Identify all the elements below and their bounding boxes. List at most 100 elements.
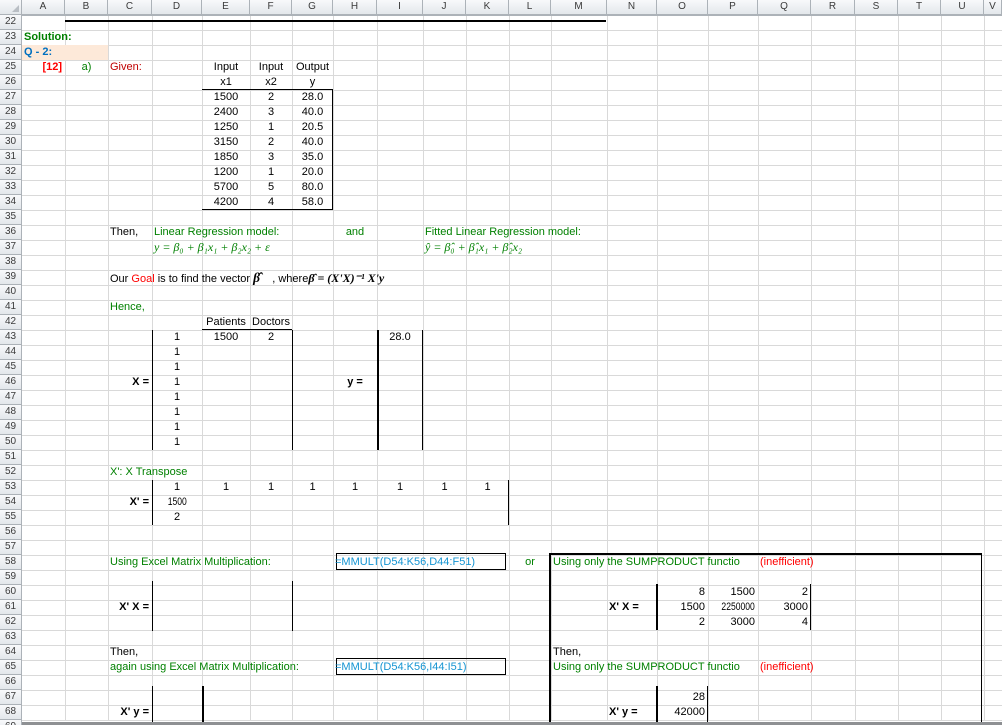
row-header-61[interactable]: 61: [0, 600, 22, 615]
cell-F28[interactable]: 3: [250, 105, 292, 120]
cell-N61[interactable]: X' X =: [607, 600, 639, 615]
column-header-G[interactable]: G: [292, 0, 333, 15]
cell-F32[interactable]: 1: [250, 165, 292, 180]
row-header-34[interactable]: 34: [0, 195, 22, 210]
column-header-B[interactable]: B: [65, 0, 108, 15]
cell-A23[interactable]: Solution:: [22, 30, 72, 45]
cell-E26[interactable]: x1: [202, 75, 250, 90]
cell-F26[interactable]: x2: [250, 75, 292, 90]
cell-Q65[interactable]: (inefficient): [758, 660, 814, 675]
cell-G33[interactable]: 80.0: [292, 180, 333, 195]
cell-G27[interactable]: 28.0: [292, 90, 333, 105]
row-header-43[interactable]: 43: [0, 330, 22, 345]
row-header-33[interactable]: 33: [0, 180, 22, 195]
cell-F43[interactable]: 2: [250, 330, 292, 345]
row-header-44[interactable]: 44: [0, 345, 22, 360]
row-header-39[interactable]: 39: [0, 270, 22, 285]
cell-O68[interactable]: 42000: [657, 705, 708, 720]
row-header-67[interactable]: 67: [0, 690, 22, 705]
cell-G30[interactable]: 40.0: [292, 135, 333, 150]
cell-C58[interactable]: Using Excel Matrix Multiplication:: [108, 555, 271, 570]
cell-C64[interactable]: Then,: [108, 645, 138, 660]
row-header-28[interactable]: 28: [0, 105, 22, 120]
row-header-35[interactable]: 35: [0, 210, 22, 225]
row-header-68[interactable]: 68: [0, 705, 22, 720]
column-header-V[interactable]: V: [984, 0, 1002, 15]
cell-E25[interactable]: Input: [202, 60, 250, 75]
row-header-69[interactable]: 69: [0, 720, 22, 725]
row-header-62[interactable]: 62: [0, 615, 22, 630]
row-header-38[interactable]: 38: [0, 255, 22, 270]
cell-Q60[interactable]: 2: [758, 585, 811, 600]
cell-E28[interactable]: 2400: [202, 105, 250, 120]
row-header-29[interactable]: 29: [0, 120, 22, 135]
cell-C25[interactable]: Given:: [108, 60, 142, 75]
column-header-O[interactable]: O: [657, 0, 708, 15]
cell-B25[interactable]: a): [65, 60, 108, 75]
column-header-Q[interactable]: Q: [758, 0, 811, 15]
cell-L58[interactable]: or: [509, 555, 551, 570]
cell-E53[interactable]: 1: [202, 480, 250, 495]
row-header-49[interactable]: 49: [0, 420, 22, 435]
cell-H58[interactable]: =MMULT(D54:K56,D44:F51): [333, 555, 475, 570]
cell-C36[interactable]: Then,: [108, 225, 138, 240]
row-header-32[interactable]: 32: [0, 165, 22, 180]
row-header-48[interactable]: 48: [0, 405, 22, 420]
cell-E42[interactable]: Patients: [202, 315, 250, 330]
row-header-26[interactable]: 26: [0, 75, 22, 90]
cell-F30[interactable]: 2: [250, 135, 292, 150]
cell-F31[interactable]: 3: [250, 150, 292, 165]
column-header-J[interactable]: J: [423, 0, 466, 15]
cell-D46[interactable]: 1: [152, 375, 202, 390]
cell-M64[interactable]: Then,: [551, 645, 581, 660]
cell-C61[interactable]: X' X =: [108, 600, 152, 615]
cell-O62[interactable]: 2: [657, 615, 708, 630]
cell-G25[interactable]: Output: [292, 60, 333, 75]
row-header-37[interactable]: 37: [0, 240, 22, 255]
cell-C65[interactable]: again using Excel Matrix Multiplication:: [108, 660, 299, 675]
cell-E32[interactable]: 1200: [202, 165, 250, 180]
cell-E43[interactable]: 1500: [202, 330, 250, 345]
cell-J36[interactable]: Fitted Linear Regression model:: [423, 225, 581, 240]
row-header-57[interactable]: 57: [0, 540, 22, 555]
cell-G34[interactable]: 58.0: [292, 195, 333, 210]
column-header-F[interactable]: F: [250, 0, 292, 15]
cell-E27[interactable]: 1500: [202, 90, 250, 105]
column-header-T[interactable]: T: [898, 0, 941, 15]
cell-N68[interactable]: X' y =: [607, 705, 638, 720]
cell-D53[interactable]: 1: [152, 480, 202, 495]
cell-G26[interactable]: y: [292, 75, 333, 90]
cell-C52[interactable]: X': X Transpose: [108, 465, 187, 480]
row-header-40[interactable]: 40: [0, 285, 22, 300]
row-header-60[interactable]: 60: [0, 585, 22, 600]
row-header-55[interactable]: 55: [0, 510, 22, 525]
column-header-C[interactable]: C: [108, 0, 152, 15]
column-header-D[interactable]: D: [152, 0, 202, 15]
row-header-31[interactable]: 31: [0, 150, 22, 165]
cell-E31[interactable]: 1850: [202, 150, 250, 165]
cell-G29[interactable]: 20.5: [292, 120, 333, 135]
row-header-52[interactable]: 52: [0, 465, 22, 480]
row-header-66[interactable]: 66: [0, 675, 22, 690]
cell-J37[interactable]: ŷ = β̂₀ + β̂₁x₁ + β̂₂x₂: [423, 240, 522, 255]
cell-K53[interactable]: 1: [466, 480, 509, 495]
cell-D47[interactable]: 1: [152, 390, 202, 405]
row-header-53[interactable]: 53: [0, 480, 22, 495]
cell-C68[interactable]: X' y =: [108, 705, 152, 720]
cell-H36[interactable]: and: [333, 225, 377, 240]
cell-O67[interactable]: 28: [657, 690, 708, 705]
row-header-59[interactable]: 59: [0, 570, 22, 585]
column-header-N[interactable]: N: [607, 0, 657, 15]
column-header-I[interactable]: I: [377, 0, 423, 15]
cell-D37[interactable]: y = β₀ + β₁x₁ + β₂x₂ + ε: [152, 240, 270, 255]
cell-D36[interactable]: Linear Regression model:: [152, 225, 279, 240]
row-header-58[interactable]: 58: [0, 555, 22, 570]
column-header-K[interactable]: K: [466, 0, 509, 15]
cell-C46[interactable]: X =: [108, 375, 152, 390]
column-header-R[interactable]: R: [811, 0, 855, 15]
cell-G31[interactable]: 35.0: [292, 150, 333, 165]
cell-F53[interactable]: 1: [250, 480, 292, 495]
row-header-27[interactable]: 27: [0, 90, 22, 105]
cell-M65[interactable]: Using only the SUMPRODUCT functio: [551, 660, 756, 675]
cell-F25[interactable]: Input: [250, 60, 292, 75]
